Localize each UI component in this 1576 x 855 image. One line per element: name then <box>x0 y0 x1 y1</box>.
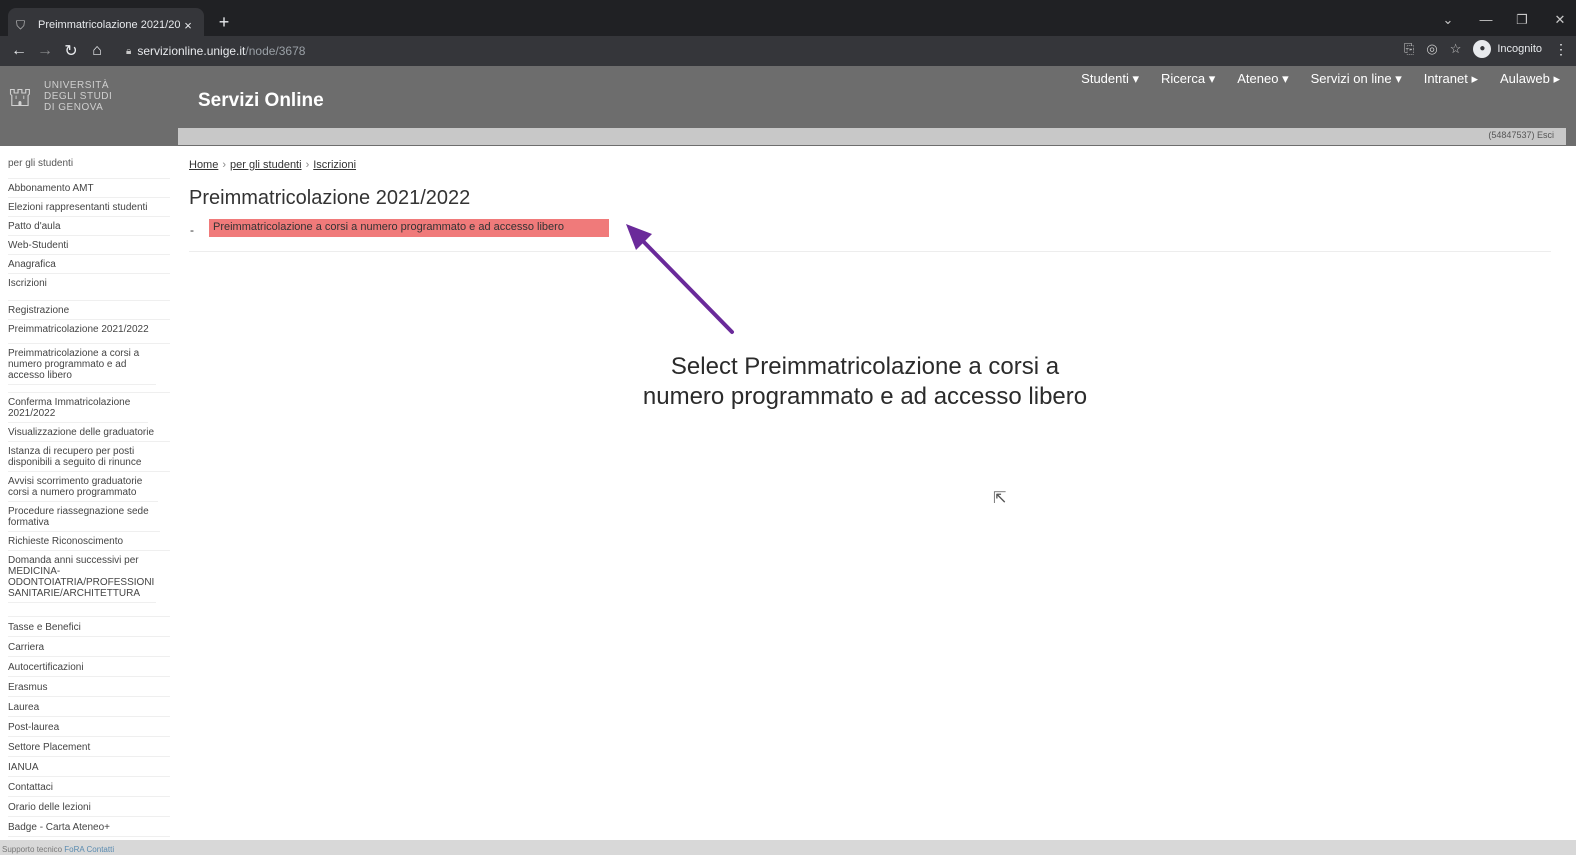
back-icon[interactable]: ← <box>6 42 32 60</box>
breadcrumb: Home › per gli studenti › Iscrizioni <box>189 159 356 171</box>
sidebar-item-erasmus[interactable]: Erasmus <box>8 677 170 697</box>
logo-line: DEGLI STUDI <box>44 91 113 102</box>
nav-intranet[interactable]: Intranet ▸ <box>1424 71 1478 87</box>
crest-icon: ⛫ <box>8 82 32 112</box>
shield-icon: ⛉ <box>16 18 26 32</box>
close-icon[interactable]: × <box>180 18 196 33</box>
top-nav: Studenti ▾ Ricerca ▾ Ateneo ▾ Servizi on… <box>1081 71 1560 87</box>
sidebar-item-avvisi-scorrimento[interactable]: Avvisi scorrimento graduatorie corsi a n… <box>8 472 158 502</box>
new-tab-button[interactable]: + <box>214 12 234 33</box>
sidebar-item-graduatorie[interactable]: Visualizzazione delle graduatorie <box>8 423 170 442</box>
sidebar-item-iscrizioni[interactable]: Iscrizioni <box>8 274 170 301</box>
sidebar-item-preimmatricolazione[interactable]: Preimmatricolazione 2021/2022 <box>8 320 170 344</box>
sidebar-item-richieste-riconoscimento[interactable]: Richieste Riconoscimento <box>8 532 170 551</box>
menu-icon[interactable]: ⋮ <box>1554 41 1568 58</box>
footer-text: Supporto tecnico <box>2 845 63 854</box>
breadcrumb-home[interactable]: Home <box>189 159 218 171</box>
preimmatricolazione-corsi-link[interactable]: Preimmatricolazione a corsi a numero pro… <box>209 219 609 237</box>
reload-icon[interactable]: ↻ <box>58 41 84 61</box>
sidebar-item-anagrafica[interactable]: Anagrafica <box>8 255 170 274</box>
footer-link-fora[interactable]: FoRA <box>64 845 84 854</box>
sidebar-divider <box>8 603 170 617</box>
sidebar-item-elezioni[interactable]: Elezioni rappresentanti studenti <box>8 198 170 217</box>
footer: Supporto tecnico FoRA Contatti <box>0 840 1576 855</box>
incognito-label: Incognito <box>1497 43 1542 55</box>
nav-servizi-on-line[interactable]: Servizi on line ▾ <box>1311 71 1402 87</box>
user-id: (54847537) <box>1488 130 1535 140</box>
breadcrumb-per-gli-studenti[interactable]: per gli studenti <box>230 159 302 171</box>
sidebar-item-web-studenti[interactable]: Web-Studenti <box>8 236 170 255</box>
lock-icon[interactable]: 🔒︎ <box>126 46 131 57</box>
window-close-icon[interactable]: ✕ <box>1550 12 1570 28</box>
content-divider <box>189 251 1551 252</box>
sidebar-item-post-laurea[interactable]: Post-laurea <box>8 717 170 737</box>
sidebar-item-procedure-riassegnazione[interactable]: Procedure riassegnazione sede formativa <box>8 502 160 532</box>
sidebar-item-autocertificazioni[interactable]: Autocertificazioni <box>8 657 170 677</box>
sidebar-item-corsi-numero-programmato[interactable]: Preimmatricolazione a corsi a numero pro… <box>8 344 156 385</box>
tab-title: Preimmatricolazione 2021/2022 <box>38 19 180 31</box>
sidebar-item-contattaci[interactable]: Contattaci <box>8 777 170 797</box>
user-bar: (54847537) Esci <box>178 128 1566 145</box>
nav-ateneo[interactable]: Ateneo ▾ <box>1237 71 1288 87</box>
breadcrumb-separator: › <box>305 159 310 171</box>
sidebar-item-domanda-anni-successivi[interactable]: Domanda anni successivi per MEDICINA-ODO… <box>8 551 156 603</box>
sidebar-heading[interactable]: per gli studenti <box>8 154 170 179</box>
incognito-badge[interactable]: ● Incognito <box>1473 40 1542 58</box>
minimize-icon[interactable]: — <box>1476 12 1496 27</box>
sidebar-item-tasse[interactable]: Tasse e Benefici <box>8 617 170 637</box>
eye-off-icon[interactable]: ◎ <box>1426 41 1437 57</box>
sidebar-item-orario-lezioni[interactable]: Orario delle lezioni <box>8 797 170 817</box>
nav-aulaweb[interactable]: Aulaweb ▸ <box>1500 71 1560 87</box>
star-icon[interactable]: ☆ <box>1450 41 1462 57</box>
list-bullet: - <box>190 223 194 237</box>
home-icon[interactable]: ⌂ <box>84 42 110 60</box>
logo-line: DI GENOVA <box>44 102 104 113</box>
translate-icon[interactable]: ⎘ <box>1404 41 1414 57</box>
sidebar-item-carriera[interactable]: Carriera <box>8 637 170 657</box>
breadcrumb-separator: › <box>222 159 227 171</box>
restore-icon[interactable]: ❐ <box>1512 12 1532 28</box>
logout-link[interactable]: Esci <box>1537 130 1554 140</box>
sidebar-item-badge[interactable]: Badge - Carta Ateneo+ <box>8 817 170 837</box>
nav-ricerca[interactable]: Ricerca ▾ <box>1161 71 1215 87</box>
logo-line: UNIVERSITÀ <box>44 80 110 91</box>
sidebar-item-registrazione[interactable]: Registrazione <box>8 301 170 320</box>
university-logo[interactable]: ⛫ UNIVERSITÀ DEGLI STUDI DI GENOVA <box>8 80 112 114</box>
sidebar-item-settore-placement[interactable]: Settore Placement <box>8 737 170 757</box>
sidebar-item-laurea[interactable]: Laurea <box>8 697 170 717</box>
sidebar-item-patto-aula[interactable]: Patto d'aula <box>8 217 170 236</box>
sidebar-item-conferma-immatricolazione[interactable]: Conferma Immatricolazione 2021/2022 <box>8 393 148 423</box>
chevron-down-icon[interactable]: ⌄ <box>1438 12 1458 28</box>
annotation-text: Select Preimmatricolazione a corsi a num… <box>610 352 1120 412</box>
site-title: Servizi Online <box>198 90 324 111</box>
incognito-icon: ● <box>1473 40 1492 58</box>
url-host: servizionline.unige.it <box>137 44 246 58</box>
url-path: /node/3678 <box>245 44 306 58</box>
mouse-cursor-icon: ⇱ <box>993 490 1007 507</box>
sidebar-divider <box>8 385 170 393</box>
annotation-arrow-icon <box>626 224 734 334</box>
browser-toolbar: ← → ↻ ⌂ 🔒︎ servizionline.unige.it /node/… <box>0 36 1576 66</box>
page-title: Preimmatricolazione 2021/2022 <box>189 187 471 209</box>
breadcrumb-iscrizioni[interactable]: Iscrizioni <box>313 159 356 171</box>
nav-studenti[interactable]: Studenti ▾ <box>1081 71 1139 87</box>
address-bar[interactable]: 🔒︎ servizionline.unige.it /node/3678 <box>118 39 1378 63</box>
sidebar-item-istanza-recupero[interactable]: Istanza di recupero per posti disponibil… <box>8 442 170 472</box>
sidebar-item-ianua[interactable]: IANUA <box>8 757 170 777</box>
sidebar-item-abbonamento-amt[interactable]: Abbonamento AMT <box>8 179 170 198</box>
annotation-line: Select Preimmatricolazione a corsi a <box>670 353 1060 380</box>
annotation-line: numero programmato e ad accesso libero <box>642 383 1088 410</box>
sidebar: per gli studenti Abbonamento AMT Elezion… <box>8 154 170 837</box>
forward-icon[interactable]: → <box>32 42 58 60</box>
footer-link-contatti[interactable]: Contatti <box>87 845 115 854</box>
